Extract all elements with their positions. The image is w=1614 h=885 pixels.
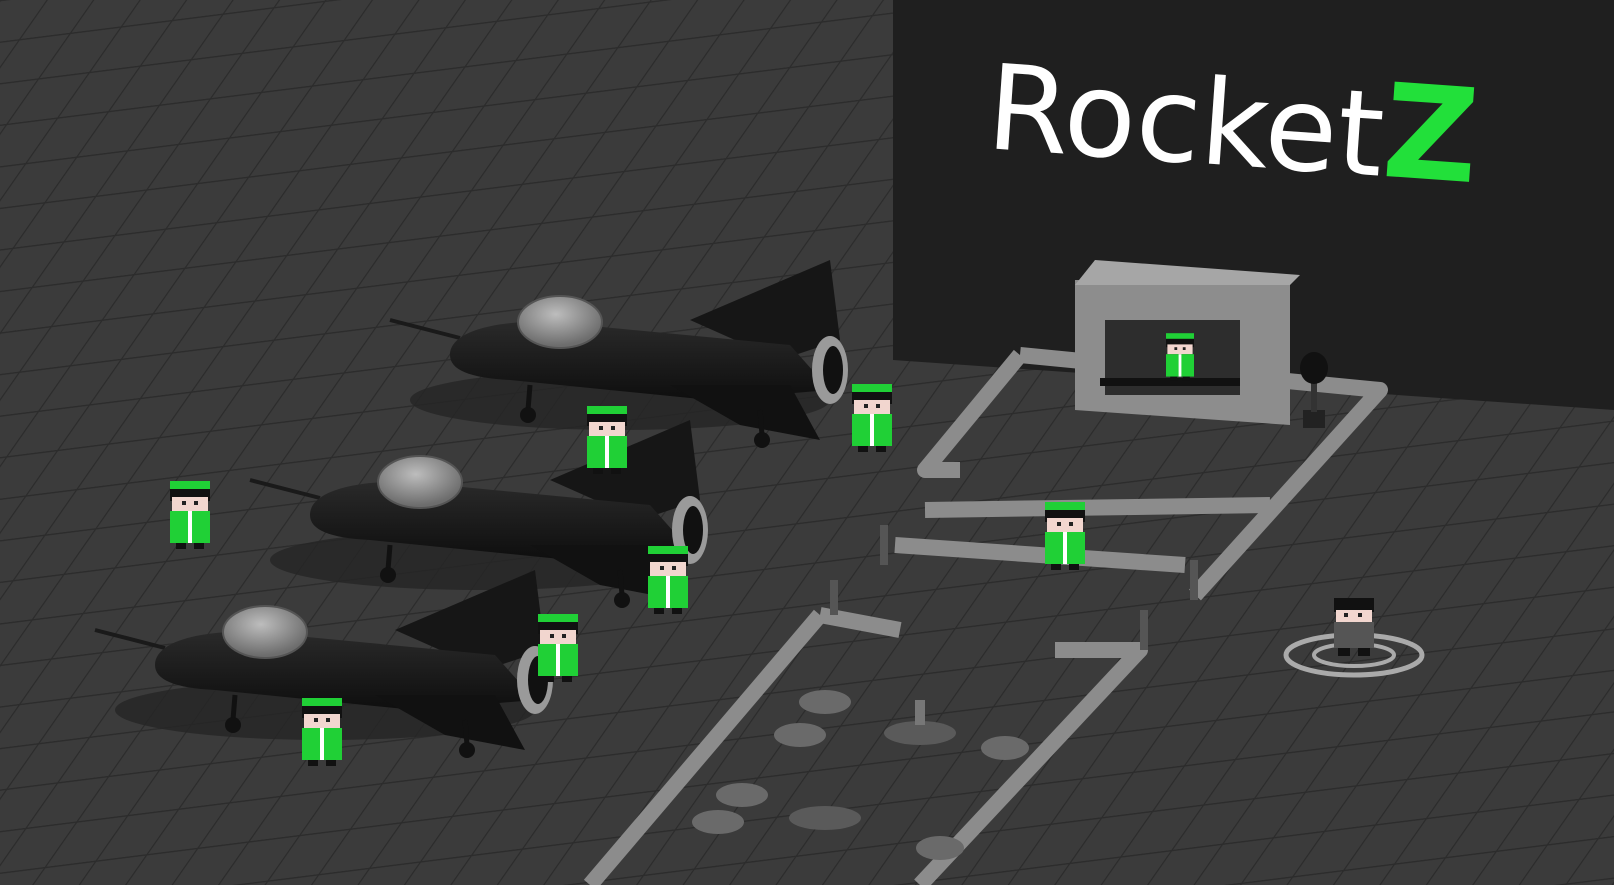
- crew-member[interactable]: [852, 384, 892, 452]
- kiosk-attendant: [1166, 333, 1194, 381]
- crew-member[interactable]: [587, 406, 627, 474]
- game-title-accent: Z: [1379, 55, 1484, 213]
- crew-member[interactable]: [302, 698, 342, 766]
- game-title-main: Rocket: [983, 38, 1388, 203]
- crew-member[interactable]: [1045, 502, 1085, 570]
- ticket-kiosk[interactable]: [1075, 260, 1300, 425]
- crew-member[interactable]: [538, 614, 578, 682]
- crew-member[interactable]: [170, 481, 210, 549]
- crew-member[interactable]: [648, 546, 688, 614]
- game-scene: RocketZ: [0, 0, 1614, 885]
